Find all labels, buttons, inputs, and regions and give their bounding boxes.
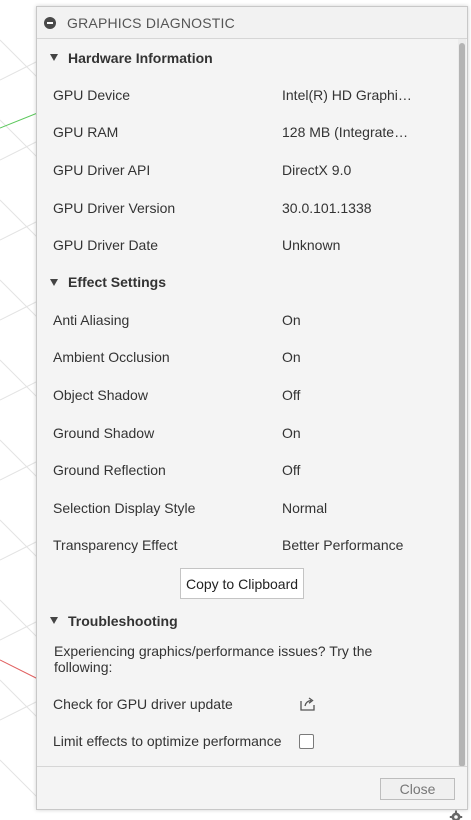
effect-row-ground-shadow: Ground Shadow On xyxy=(37,414,459,452)
section-title: Effect Settings xyxy=(68,274,167,291)
row-label: Object Shadow xyxy=(53,386,148,403)
row-label: Check for GPU driver update xyxy=(53,695,233,712)
row-label: GPU Driver API xyxy=(53,161,151,178)
row-label: Selection Display Style xyxy=(53,499,196,516)
y-axis-line xyxy=(0,111,41,129)
row-label: GPU Driver Date xyxy=(53,237,159,254)
row-label: GPU Device xyxy=(53,86,131,103)
effect-row-transparency-effect: Transparency Effect Better Performance xyxy=(37,527,459,565)
section-title: Hardware Information xyxy=(68,49,213,66)
dialog-title: GRAPHICS DIAGNOSTIC xyxy=(67,14,235,31)
row-label: Ground Shadow xyxy=(53,424,155,441)
scrollbar-thumb[interactable] xyxy=(459,43,465,767)
row-value: Better Performance xyxy=(282,537,404,554)
section-title: Troubleshooting xyxy=(68,612,178,629)
section-hardware-header[interactable]: Hardware Information xyxy=(37,39,459,76)
x-axis-line xyxy=(0,659,41,681)
row-value: 30.0.101.1338 xyxy=(282,199,372,216)
row-value: On xyxy=(282,349,301,366)
vertical-scrollbar[interactable] xyxy=(458,39,466,767)
effect-row-ground-reflection: Ground Reflection Off xyxy=(37,451,459,489)
collapse-triangle-icon[interactable] xyxy=(50,617,58,625)
effect-row-object-shadow: Object Shadow Off xyxy=(37,376,459,414)
collapse-triangle-icon[interactable] xyxy=(50,54,58,61)
limit-effects-checkbox[interactable] xyxy=(299,733,314,749)
row-value: DirectX 9.0 xyxy=(282,161,352,178)
effect-row-ambient-occlusion: Ambient Occlusion On xyxy=(37,339,459,377)
row-label: Transparency Effect xyxy=(53,537,178,554)
graphics-diagnostic-dialog: GRAPHICS DIAGNOSTIC Hardware Information… xyxy=(36,6,468,810)
effect-row-anti-aliasing: Anti Aliasing On xyxy=(37,301,459,339)
info-row-gpu-driver-api: GPU Driver API DirectX 9.0 xyxy=(37,151,459,189)
dialog-footer: Close xyxy=(37,766,467,809)
close-button[interactable]: Close xyxy=(380,778,455,800)
gear-icon[interactable] xyxy=(449,808,463,820)
row-value: On xyxy=(282,311,301,328)
row-value: Unknown xyxy=(282,237,341,254)
row-value: Off xyxy=(282,386,301,403)
row-label: GPU RAM xyxy=(53,124,119,141)
external-link-icon[interactable] xyxy=(299,696,317,712)
effect-row-selection-display-style: Selection Display Style Normal xyxy=(37,489,459,527)
collapse-triangle-icon[interactable] xyxy=(50,278,58,286)
copy-row: Copy to Clipboard xyxy=(37,564,459,602)
row-label: Limit effects to optimize performance xyxy=(53,733,282,750)
copy-to-clipboard-button[interactable]: Copy to Clipboard xyxy=(179,567,305,599)
row-label: Anti Aliasing xyxy=(53,311,130,328)
dialog-titlebar[interactable]: GRAPHICS DIAGNOSTIC xyxy=(37,7,467,39)
row-value: Off xyxy=(282,462,301,479)
info-row-gpu-ram: GPU RAM 128 MB (Integrated... xyxy=(37,114,459,152)
row-value: Normal xyxy=(282,499,328,516)
info-row-gpu-driver-date: GPU Driver Date Unknown xyxy=(37,226,459,264)
section-effects-header[interactable]: Effect Settings xyxy=(37,264,459,301)
row-label: GPU Driver Version xyxy=(53,199,176,216)
row-label: Ambient Occlusion xyxy=(53,349,170,366)
row-label: Ground Reflection xyxy=(53,462,166,479)
section-troubleshooting-header[interactable]: Troubleshooting xyxy=(37,602,459,639)
row-value: On xyxy=(282,424,301,441)
dialog-content: Hardware Information GPU Device Intel(R)… xyxy=(37,39,459,767)
info-row-gpu-device: GPU Device Intel(R) HD Graphic... xyxy=(37,76,459,114)
troubleshooting-description: Experiencing graphics/performance issues… xyxy=(54,643,373,676)
troubleshoot-row-limit-effects: Limit effects to optimize performance xyxy=(37,723,459,761)
row-value: Intel(R) HD Graphic... xyxy=(282,86,412,103)
row-value: 128 MB (Integrated... xyxy=(282,124,412,141)
troubleshoot-row-driver-update: Check for GPU driver update xyxy=(37,685,459,723)
info-row-gpu-driver-version: GPU Driver Version 30.0.101.1338 xyxy=(37,189,459,227)
minus-circle-icon[interactable] xyxy=(44,16,56,29)
